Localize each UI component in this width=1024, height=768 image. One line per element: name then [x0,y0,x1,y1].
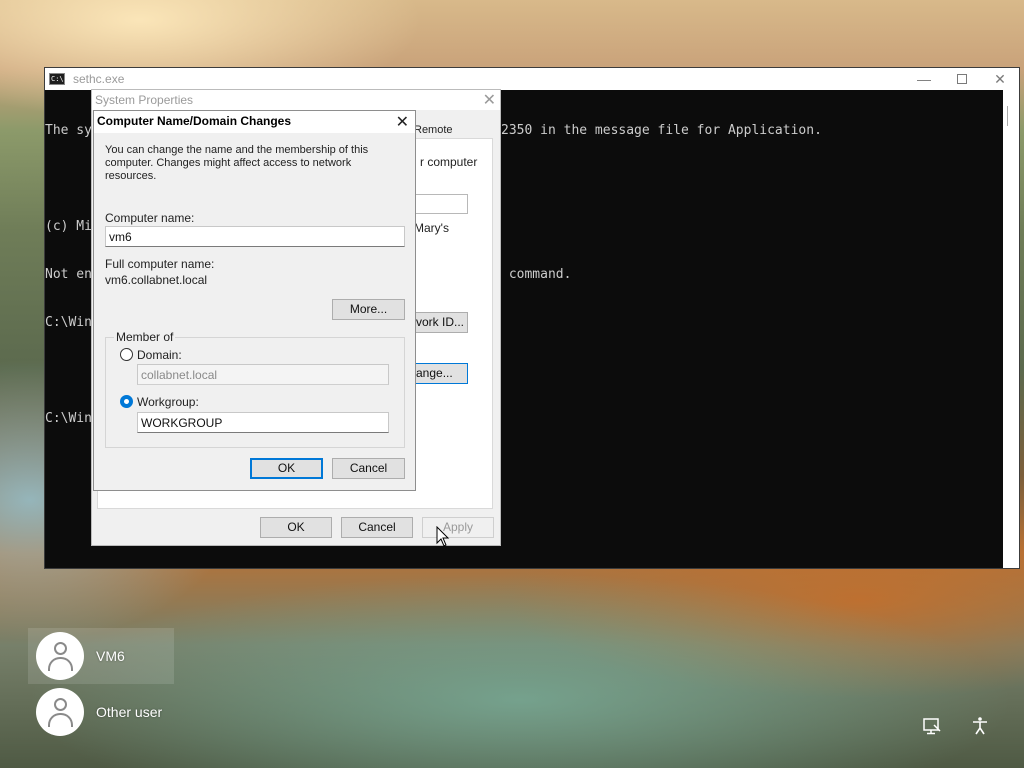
maximize-button[interactable] [943,68,981,90]
console-left-text: The sy (c) Mi Not en C:\Win C:\Win [45,91,92,459]
cnd-description: You can change the name and the membersh… [105,144,369,182]
accessibility-icon[interactable] [970,716,990,736]
domain-label: Domain: [137,348,182,362]
minimize-button[interactable]: — [905,68,943,90]
console-right-text: 2350 in the message file for Application… [501,91,822,315]
network-icon[interactable] [922,716,942,736]
cnd-cancel-button[interactable]: Cancel [332,458,405,479]
workgroup-label: Workgroup: [137,395,199,409]
computer-description-field[interactable] [414,194,468,214]
cnd-ok-button[interactable]: OK [250,458,323,479]
cnd-titlebar[interactable]: Computer Name/Domain Changes ✕ [94,111,415,133]
sysprops-apply-button[interactable]: Apply [422,517,494,538]
full-name-label: Full computer name: [105,257,215,271]
maximize-icon [957,74,967,84]
domain-radio[interactable] [120,348,133,361]
sysprops-titlebar[interactable]: System Properties ✕ [92,90,500,110]
more-button[interactable]: More... [332,299,405,320]
user-tile-vm6[interactable]: VM6 [36,632,125,680]
member-of-label: Member of [114,330,176,344]
console-line: C:\Win [45,315,92,330]
console-line: (c) Mi [45,219,92,234]
computer-name-dialog: Computer Name/Domain Changes ✕ You can c… [93,110,416,491]
minimize-icon: — [917,71,931,87]
computer-name-label: Computer name: [105,211,195,225]
close-icon: ✕ [994,70,1006,87]
user-avatar-icon [36,688,84,736]
domain-input[interactable]: collabnet.local [137,364,389,385]
console-title: sethc.exe [73,72,125,86]
workgroup-input[interactable]: WORKGROUP [137,412,389,433]
console-line: The sy [45,123,92,138]
console-titlebar[interactable]: C:\ sethc.exe — ✕ [45,68,1019,90]
network-id-button[interactable]: vork ID... [414,312,468,333]
user-name: VM6 [96,648,125,664]
computer-name-input[interactable]: vm6 [105,226,405,247]
full-name-value: vm6.collabnet.local [105,273,208,287]
sysprops-title: System Properties [95,93,194,107]
user-avatar-icon [36,632,84,680]
console-line: C:\Win [45,411,92,426]
console-line: 2350 in the message file for Application… [501,123,822,138]
sysprops-close-icon[interactable]: ✕ [483,90,496,110]
scrollbar-thumb[interactable] [1007,106,1015,126]
console-scrollbar[interactable] [1003,90,1019,568]
console-line: Not en [45,267,92,282]
console-line: command. [501,267,572,282]
sysprops-description-fragment: r computer [420,155,478,169]
user-tile-other[interactable]: Other user [36,688,162,736]
mouse-cursor-icon [436,526,450,547]
sysprops-ok-button[interactable]: OK [260,517,332,538]
cnd-title: Computer Name/Domain Changes [97,114,292,128]
cnd-close-icon[interactable]: ✕ [396,112,409,132]
workgroup-radio[interactable] [120,395,133,408]
close-button[interactable]: ✕ [981,68,1019,90]
tab-remote[interactable]: Remote [414,122,456,139]
sysprops-example-fragment: Mary's [414,221,449,235]
console-icon: C:\ [49,73,65,85]
user-name: Other user [96,704,163,720]
sysprops-cancel-button[interactable]: Cancel [341,517,413,538]
change-button[interactable]: ange... [414,363,468,384]
